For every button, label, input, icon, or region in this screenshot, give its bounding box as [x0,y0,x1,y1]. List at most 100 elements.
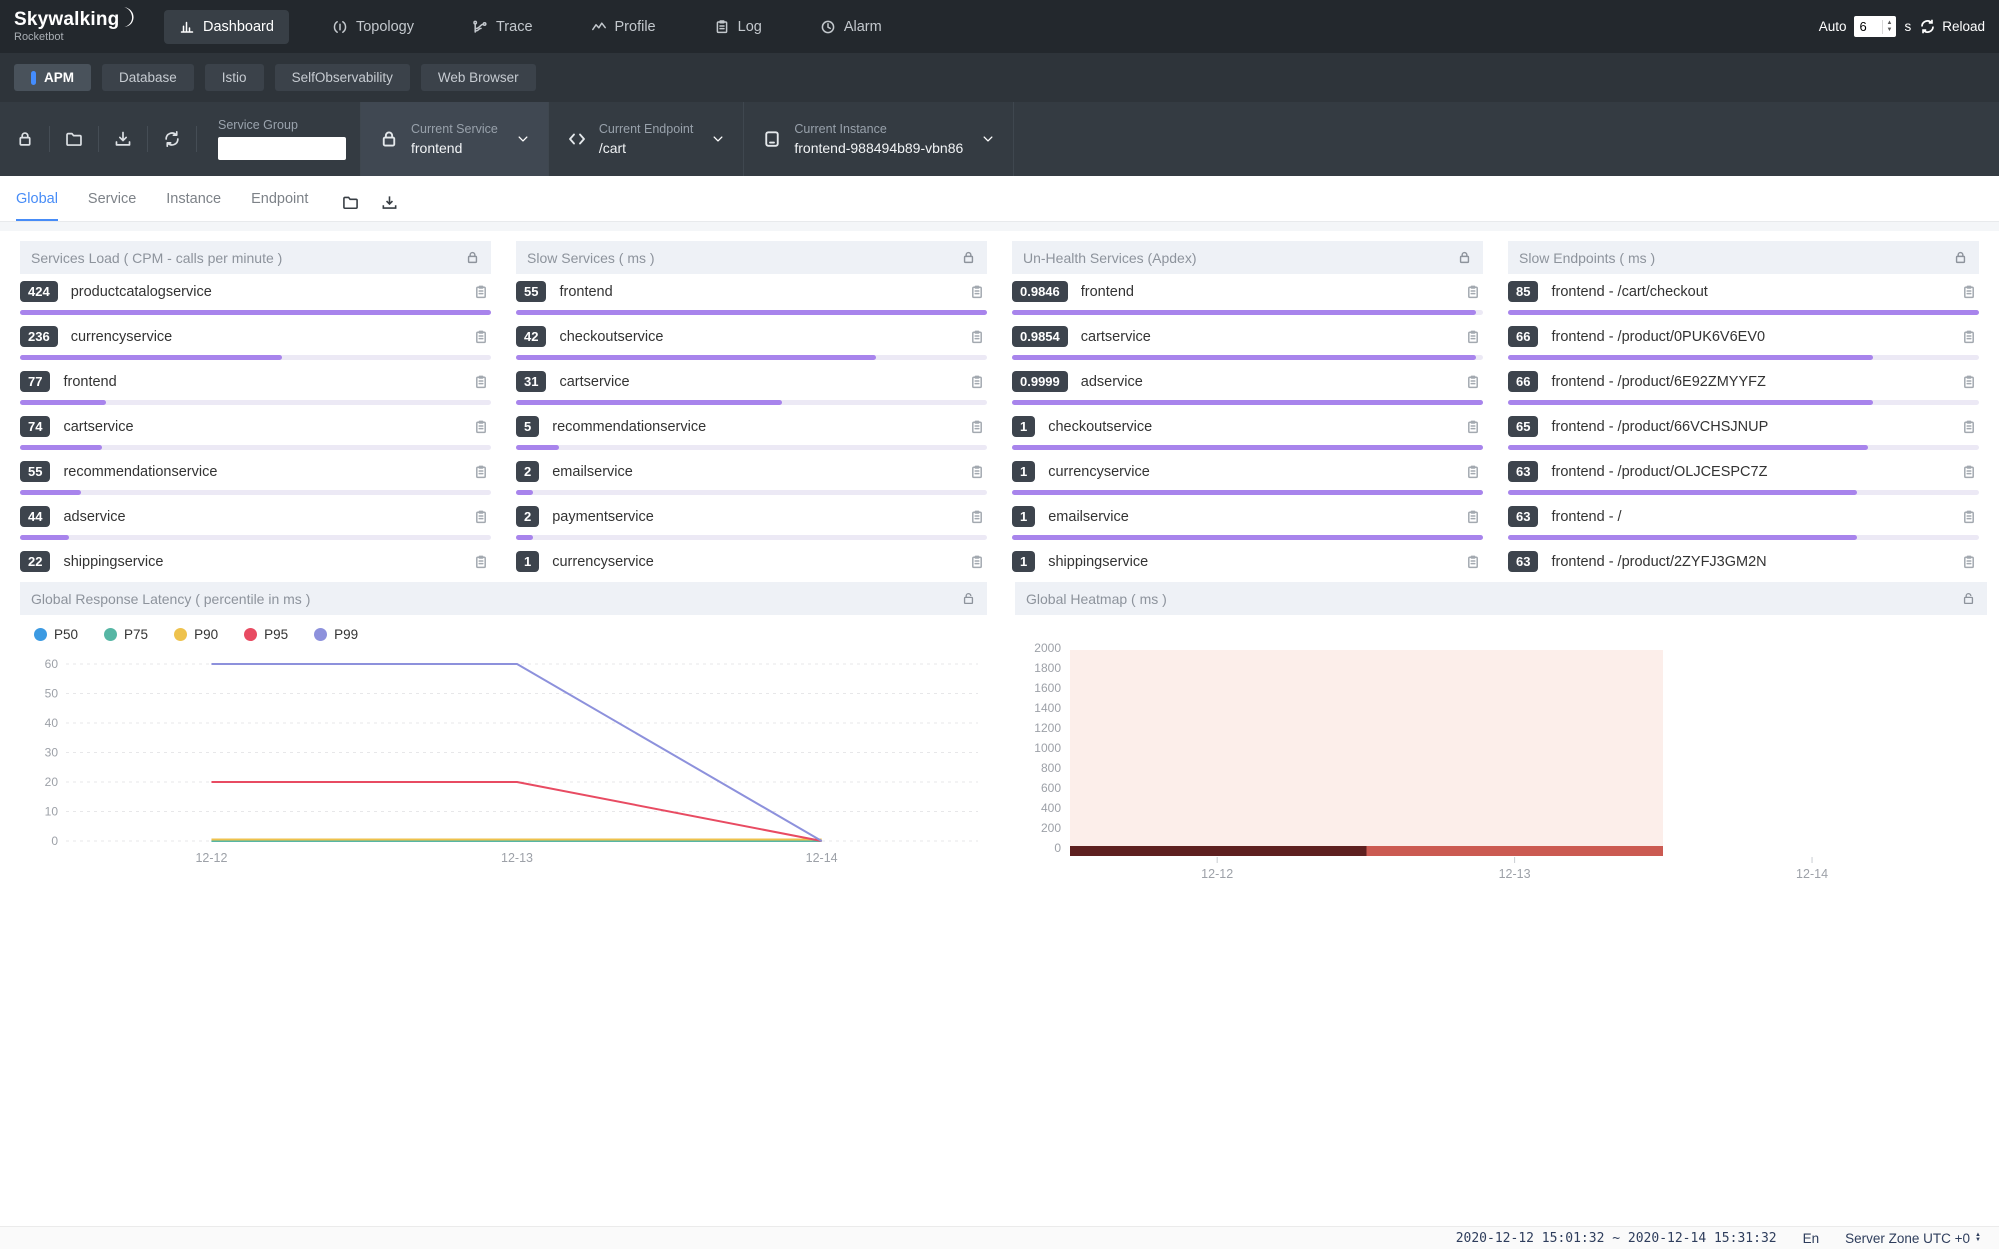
y-tick-label: 2000 [1034,641,1061,655]
lock-icon[interactable] [10,130,40,148]
copy-icon[interactable] [473,374,489,390]
selector-current-service[interactable]: Current Servicefrontend [360,102,548,176]
template-tab-label: Web Browser [438,70,519,85]
auto-interval-input[interactable] [1854,19,1882,34]
template-tab-web-browser[interactable]: Web Browser [421,64,536,91]
service-group-label: Service Group [218,118,346,132]
legend-item-p50[interactable]: P50 [34,627,78,642]
nav-item-trace[interactable]: Trace [457,10,548,44]
copy-icon[interactable] [1465,464,1481,480]
copy-icon[interactable] [1465,419,1481,435]
legend-item-p95[interactable]: P95 [244,627,288,642]
service-name: frontend - / [1551,509,1961,525]
service-name: adservice [63,509,473,525]
copy-icon[interactable] [1465,284,1481,300]
legend-label: P75 [124,627,148,642]
template-tab-istio[interactable]: Istio [205,64,264,91]
app-logo[interactable]: Skywalking Rocketbot [14,10,144,43]
copy-icon[interactable] [1961,329,1977,345]
tab-service[interactable]: Service [88,191,136,221]
service-name: frontend - /product/2ZYFJ3GM2N [1551,554,1961,570]
template-tab-apm[interactable]: APM [14,64,91,91]
service-name: frontend - /product/66VCHSJNUP [1551,419,1961,435]
download-icon[interactable] [108,130,138,148]
copy-icon[interactable] [1961,464,1977,480]
copy-icon[interactable] [969,374,985,390]
nav-item-dashboard[interactable]: Dashboard [164,10,289,44]
service-name: cartservice [559,374,969,390]
y-tick-label: 1200 [1034,721,1061,735]
tab-global[interactable]: Global [16,191,58,221]
copy-icon[interactable] [1465,509,1481,525]
copy-icon[interactable] [1465,329,1481,345]
reload-button[interactable]: Reload [1919,18,1985,35]
template-tab-selfobservability[interactable]: SelfObservability [275,64,410,91]
tab-instance[interactable]: Instance [166,191,221,221]
tab-endpoint[interactable]: Endpoint [251,191,308,221]
copy-icon[interactable] [1961,374,1977,390]
nav-item-profile[interactable]: Profile [576,10,671,44]
copy-icon[interactable] [1961,284,1977,300]
panel-row-list: 85frontend - /cart/checkout66frontend - … [1508,274,1979,573]
lock-icon[interactable] [1953,250,1968,265]
copy-icon[interactable] [1961,554,1977,570]
template-tab-label: SelfObservability [292,70,393,85]
progress-fill [516,445,559,450]
step-down-icon[interactable]: ▼ [1883,27,1895,34]
legend-dot [104,628,117,641]
copy-icon[interactable] [969,329,985,345]
copy-icon[interactable] [473,419,489,435]
download-icon[interactable] [381,194,398,211]
service-name: productcatalogservice [71,284,473,300]
legend-item-p99[interactable]: P99 [314,627,358,642]
nav-item-alarm[interactable]: Alarm [805,10,897,44]
progress-fill [20,535,69,540]
copy-icon[interactable] [1465,374,1481,390]
legend-item-p75[interactable]: P75 [104,627,148,642]
step-up-icon[interactable]: ▲ [1883,20,1895,27]
legend-item-p90[interactable]: P90 [174,627,218,642]
folder-icon[interactable] [342,194,359,211]
selector-current-instance[interactable]: Current Instancefrontend-988494b89-vbn86 [743,102,1014,176]
list-item-main: 0.9854cartservice [1012,326,1483,347]
copy-icon[interactable] [473,509,489,525]
list-item: 85frontend - /cart/checkout [1508,274,1979,319]
copy-icon[interactable] [473,284,489,300]
language-toggle[interactable]: En [1803,1231,1820,1246]
copy-icon[interactable] [473,554,489,570]
copy-icon[interactable] [969,464,985,480]
copy-icon[interactable] [473,464,489,480]
heatmap-cell-segment-1 [1367,846,1664,856]
copy-icon[interactable] [1465,554,1481,570]
lock-icon[interactable] [465,250,480,265]
copy-icon[interactable] [969,554,985,570]
copy-icon[interactable] [473,329,489,345]
time-range-picker[interactable]: 2020-12-12 15:01:32 ~ 2020-12-14 15:31:3… [1456,1231,1777,1246]
step-down-icon[interactable]: ▼ [1975,1238,1981,1243]
lock-icon[interactable] [1457,250,1472,265]
lock-icon[interactable] [961,250,976,265]
x-tick-label: 12-14 [806,851,838,865]
panel-header: Un-Health Services (Apdex) [1012,241,1483,274]
latency-panel: Global Response Latency ( percentile in … [20,582,987,888]
nav-item-log[interactable]: Log [699,10,777,44]
nav-item-topology[interactable]: Topology [317,10,429,44]
lock-icon[interactable] [961,591,976,606]
copy-icon[interactable] [969,509,985,525]
service-group-input[interactable] [218,137,346,160]
copy-icon[interactable] [1961,419,1977,435]
refresh-controls: Auto ▲ ▼ s Reload [1819,16,1985,37]
template-tab-database[interactable]: Database [102,64,194,91]
refresh-icon[interactable] [157,130,187,148]
lock-icon[interactable] [1961,591,1976,606]
dashboard-icon [179,19,195,35]
panel-header: Services Load ( CPM - calls per minute ) [20,241,491,274]
progress-fill [1508,535,1857,540]
selector-current-endpoint[interactable]: Current Endpoint/cart [548,102,744,176]
copy-icon[interactable] [969,419,985,435]
copy-icon[interactable] [969,284,985,300]
copy-icon[interactable] [1961,509,1977,525]
list-item-main: 1checkoutservice [1012,416,1483,437]
folder-icon[interactable] [59,130,89,148]
panel-row-list: 424productcatalogservice236currencyservi… [20,274,491,573]
